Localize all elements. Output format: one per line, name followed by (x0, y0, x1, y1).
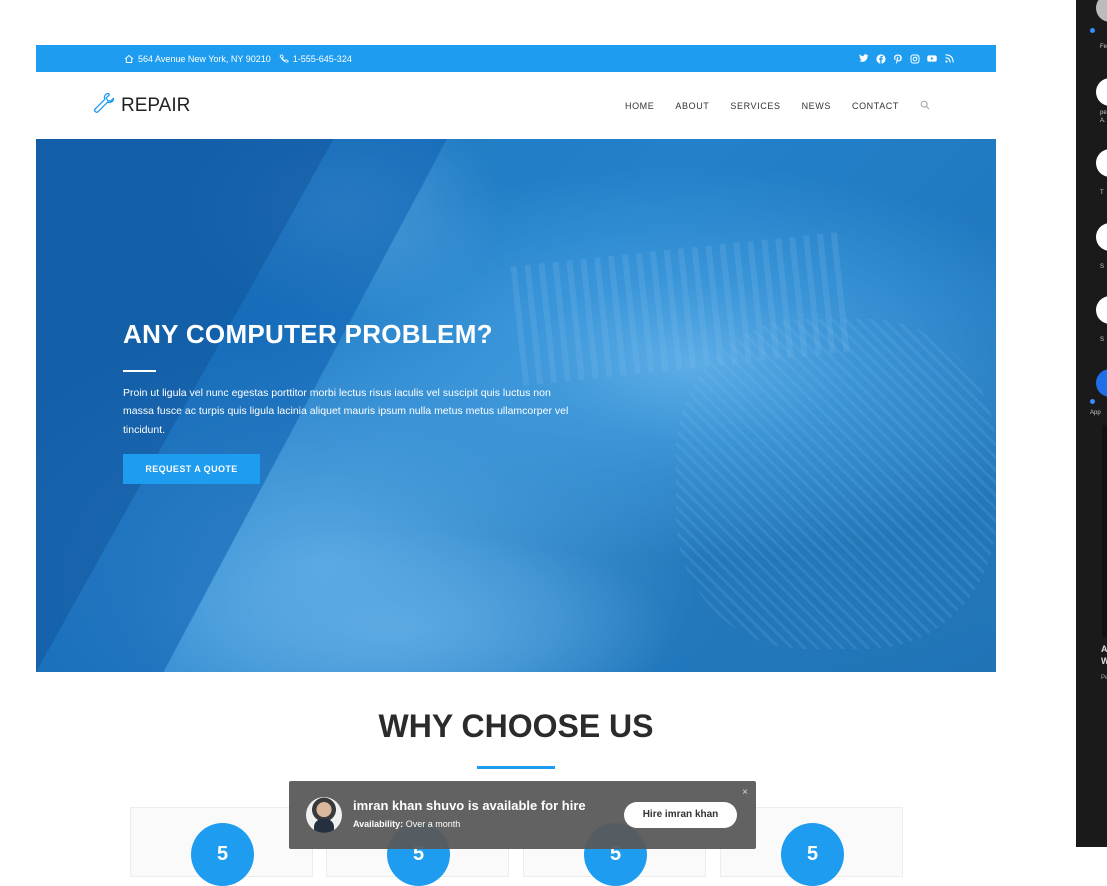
search-icon[interactable] (920, 100, 930, 112)
hero-divider (123, 370, 156, 372)
post-caption: A (1101, 644, 1107, 654)
story-label: Fe (1100, 44, 1107, 50)
story-avatar[interactable] (1096, 223, 1107, 251)
section-title: WHY CHOOSE US (378, 708, 654, 744)
post-caption: W (1101, 656, 1107, 666)
availability-value: Over a month (405, 819, 461, 829)
availability-text: Availability: Over a month (353, 819, 460, 829)
close-icon[interactable]: × (742, 787, 748, 798)
instagram-icon[interactable] (910, 54, 920, 64)
hero-description: Proin ut ligula vel nunc egestas porttit… (123, 387, 569, 436)
section-divider (477, 766, 555, 769)
nav-about[interactable]: ABOUT (675, 101, 709, 111)
request-quote-button[interactable]: REQUEST A QUOTE (123, 453, 260, 484)
site-logo[interactable]: REPAIR (93, 92, 190, 120)
feature-icon: 5 (191, 823, 254, 886)
address-info: 564 Avenue New York, NY 90210 (124, 54, 271, 64)
top-bar: 564 Avenue New York, NY 90210 1-555-645-… (36, 45, 996, 72)
post-meta: Pe (1101, 675, 1107, 681)
status-dot (1090, 399, 1095, 404)
story-avatar[interactable] (1096, 369, 1107, 397)
story-label: S (1100, 337, 1105, 343)
story-label: S (1100, 264, 1105, 270)
feature-icon: 5 (781, 823, 844, 886)
side-panel: Fe pe A. T S S App A W Pe (1076, 0, 1107, 847)
logo-text: REPAIR (121, 95, 191, 116)
story-avatar[interactable] (1096, 149, 1107, 177)
phone-icon (279, 54, 289, 64)
story-label: T (1100, 190, 1104, 196)
availability-label: Availability: (353, 819, 404, 829)
address-text: 564 Avenue New York, NY 90210 (138, 53, 271, 64)
nav-services[interactable]: SERVICES (730, 101, 780, 111)
social-links (859, 45, 954, 72)
rss-icon[interactable] (944, 54, 954, 64)
story-label: pe (1100, 110, 1107, 116)
youtube-icon[interactable] (927, 54, 937, 64)
twitter-icon[interactable] (859, 54, 869, 64)
home-icon (124, 54, 134, 64)
avatar (306, 797, 342, 833)
story-label: App (1090, 410, 1101, 416)
story-avatar[interactable] (1096, 78, 1107, 106)
status-dot (1090, 28, 1095, 33)
phone-text: 1-555-645-324 (292, 53, 352, 64)
nav-news[interactable]: NEWS (802, 101, 831, 111)
pinterest-icon[interactable] (893, 54, 903, 64)
hero-content: ANY COMPUTER PROBLEM? Proin ut ligula ve… (123, 319, 573, 484)
nav-contact[interactable]: CONTACT (852, 101, 899, 111)
story-avatar[interactable] (1096, 0, 1107, 22)
post-image[interactable] (1102, 425, 1107, 637)
hire-button[interactable]: Hire imran khan (624, 802, 737, 828)
feature-card: 5 (130, 807, 313, 886)
hero-banner: ANY COMPUTER PROBLEM? Proin ut ligula ve… (36, 139, 996, 672)
story-label: A. (1100, 118, 1106, 124)
hero-title: ANY COMPUTER PROBLEM? (123, 319, 493, 349)
site-header: REPAIR HOME ABOUT SERVICES NEWS CONTACT (36, 72, 996, 139)
story-avatar[interactable] (1096, 296, 1107, 324)
wrench-icon (93, 92, 121, 120)
main-nav: HOME ABOUT SERVICES NEWS CONTACT (625, 100, 930, 112)
hire-popup: imran khan shuvo is available for hire A… (289, 781, 756, 849)
nav-home[interactable]: HOME (625, 101, 654, 111)
hire-popup-name: imran khan shuvo is available for hire (353, 798, 586, 813)
phone-info: 1-555-645-324 (279, 54, 352, 64)
facebook-icon[interactable] (876, 53, 886, 64)
